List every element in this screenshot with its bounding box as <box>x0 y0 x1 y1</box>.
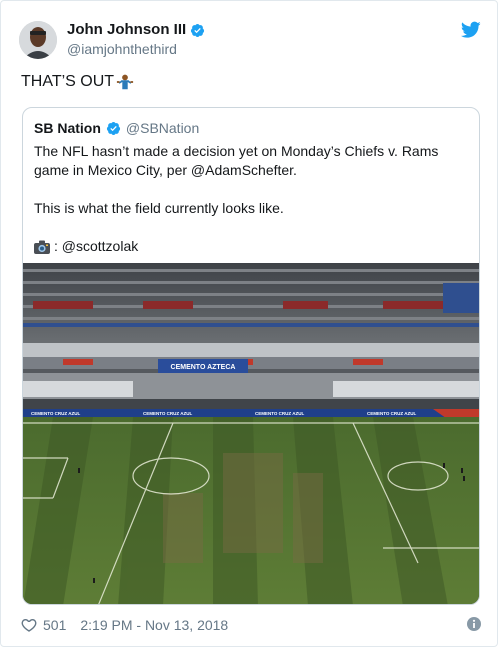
tweet-card: John Johnson III @iamjohnthethird THAT’S… <box>0 0 498 647</box>
twitter-bird-icon[interactable] <box>461 21 481 39</box>
tweet-timestamp[interactable]: 2:19 PM - Nov 13, 2018 <box>80 617 228 633</box>
heart-icon[interactable] <box>21 617 37 633</box>
stadium-field-photo[interactable]: CEMENTO AZTECA CEMENTO CRUZ AZUL CEMENTO… <box>23 263 480 605</box>
author-handle[interactable]: @iamjohnthethird <box>67 39 205 59</box>
like-count[interactable]: 501 <box>43 617 66 633</box>
tweet-header: John Johnson III @iamjohnthethird <box>19 17 481 63</box>
ad-board-text: CEMENTO CRUZ AZUL <box>143 411 192 416</box>
tweet-text: THAT’S OUT <box>21 73 134 91</box>
tweet-footer: 501 2:19 PM - Nov 13, 2018 <box>21 615 481 635</box>
photo-credit[interactable]: : @scottzolak <box>54 237 138 256</box>
quoted-author-handle[interactable]: @SBNation <box>126 120 199 136</box>
author-name-row[interactable]: John Johnson III <box>67 21 205 39</box>
tweet-text-content: THAT’S OUT <box>21 73 115 90</box>
sponsor-banner: CEMENTO AZTECA <box>171 364 236 371</box>
ad-board-text: CEMENTO CRUZ AZUL <box>367 411 416 416</box>
avatar[interactable] <box>19 21 57 59</box>
ad-board-text: CEMENTO CRUZ AZUL <box>255 411 304 416</box>
verified-badge-icon <box>106 121 120 135</box>
quoted-tweet-body: The NFL hasn’t made a decision yet on Mo… <box>34 142 464 256</box>
camera-icon <box>34 240 50 254</box>
quoted-author-name[interactable]: SB Nation <box>34 120 101 136</box>
quoted-text-line: This is what the field currently looks l… <box>34 200 284 216</box>
author-name[interactable]: John Johnson III <box>67 21 186 39</box>
person-shrugging-emoji <box>116 74 134 90</box>
verified-badge-icon <box>191 23 205 37</box>
quoted-tweet[interactable]: SB Nation @SBNation The NFL hasn’t made … <box>22 107 480 605</box>
photo-credit-line: : @scottzolak <box>34 237 464 256</box>
ad-board-text: CEMENTO CRUZ AZUL <box>31 411 80 416</box>
info-icon[interactable] <box>467 617 481 631</box>
quoted-text-line: The NFL hasn’t made a decision yet on Mo… <box>34 143 439 178</box>
quoted-tweet-header[interactable]: SB Nation @SBNation <box>34 120 199 136</box>
author-block[interactable]: John Johnson III @iamjohnthethird <box>67 21 205 59</box>
